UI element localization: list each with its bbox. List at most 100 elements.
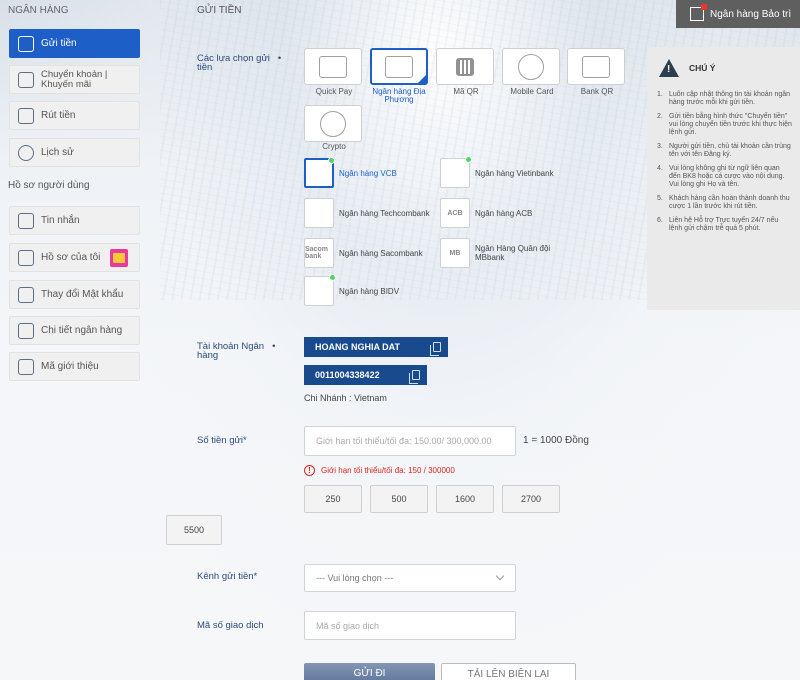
bank-techcombank[interactable]: Ngân hàng Techcombank: [304, 198, 430, 228]
account-number-copy[interactable]: 0011004338422: [304, 365, 427, 385]
fast-icon: [319, 55, 347, 78]
mobile-card-icon: [518, 53, 544, 80]
password-icon: [18, 286, 34, 303]
error-text: Giới hạn tối thiểu/tối đa: 150 / 300000: [321, 466, 455, 475]
crypto-icon: [320, 110, 346, 137]
vcb-logo-icon: [304, 157, 335, 188]
sidebar-item-deposit[interactable]: Gửi tiền: [9, 29, 140, 58]
amount-input[interactable]: Giới hạn tối thiểu/tối đa: 150.00/ 300,0…: [304, 426, 516, 456]
amount-label: Số tiền gửi*: [197, 435, 247, 446]
quick-amount-1600[interactable]: 1600: [436, 485, 494, 513]
quick-amount-500[interactable]: 500: [370, 485, 428, 513]
sacombank-logo-icon: Sacom bank: [304, 238, 334, 268]
sidebar-item-messages[interactable]: Tin nhắn: [9, 206, 140, 235]
amount-error: ! Giới hạn tối thiểu/tối đa: 150 / 30000…: [304, 465, 455, 476]
transaction-label: Mã số giao dịch: [197, 620, 264, 631]
transfer-icon: [18, 71, 34, 88]
bank-vcb[interactable]: Ngân hàng VCB: [304, 157, 397, 188]
notice-item: 3. Người gửi tiền, chủ tài khoản cần trùn…: [657, 143, 791, 158]
exchange-rate: 1 = 1000 Đồng: [523, 435, 589, 446]
channel-select[interactable]: --- Vui lòng chọn ---: [304, 564, 516, 592]
online-dot: [328, 157, 335, 164]
notice-panel: CHÚ Ý 1.Luôn cập nhật thông tin tài khoả…: [647, 47, 800, 310]
bank-name: Ngân hàng Vietinbank: [475, 168, 554, 178]
profile-icon: [18, 249, 34, 266]
sidebar-item-label: Mã giới thiệu: [41, 361, 99, 372]
bank-name: Ngân hàng BIDV: [339, 286, 400, 296]
bank-acb[interactable]: ACB Ngân hàng ACB: [440, 198, 532, 228]
bank-detail-icon: [18, 322, 34, 339]
upload-receipt-button[interactable]: TẢI LÊN BIÊN LAI: [441, 663, 576, 680]
sidebar-item-label: Gửi tiền: [41, 38, 77, 49]
option-local-bank[interactable]: [370, 48, 428, 85]
sidebar-item-referral[interactable]: Mã giới thiệu: [9, 352, 140, 381]
copy-icon[interactable]: [430, 342, 441, 356]
chevron-down-icon: [495, 571, 505, 581]
account-label: Tài khoản Ngân • hàng: [197, 341, 276, 361]
bank-name: Ngân hàng Sacombank: [339, 248, 423, 258]
page-title: GỬI TIỀN: [197, 5, 242, 16]
option-mobile-card[interactable]: [502, 48, 560, 85]
deposit-icon: [18, 35, 34, 52]
option-bank-qr[interactable]: [567, 48, 625, 85]
bank-sacombank[interactable]: Sacom bank Ngân hàng Sacombank: [304, 238, 423, 268]
bidv-logo-icon: [304, 274, 336, 306]
notice-item: 4. Vui lòng không ghi từ ngữ liên quan đế…: [657, 165, 785, 188]
online-dot: [465, 156, 472, 163]
vietinbank-logo-icon: [440, 156, 472, 188]
sidebar-item-label: Hồ sơ của tôi: [41, 252, 101, 263]
gift-icon: [110, 248, 129, 267]
quick-amount-2700[interactable]: 2700: [502, 485, 560, 513]
bank-qr-icon: [582, 55, 610, 78]
qr-icon: [456, 57, 474, 76]
channel-select-value: --- Vui lòng chọn ---: [316, 573, 394, 583]
sidebar-item-bank-details[interactable]: Chi tiết ngân hàng: [9, 316, 140, 345]
history-icon: [18, 144, 34, 161]
acb-logo-icon: ACB: [440, 198, 470, 228]
sidebar-item-label: Tin nhắn: [41, 215, 80, 226]
maintenance-banks-button[interactable]: Ngân hàng Bảo trì: [676, 0, 800, 28]
notice-item: 2. Gửi tiền bằng hình thức "Chuyển tiền" …: [657, 113, 792, 136]
bank-name: Ngân hàng Techcombank: [339, 208, 430, 218]
submit-button[interactable]: GỬI ĐI: [304, 663, 435, 680]
bank-bidv[interactable]: Ngân hàng BIDV: [304, 274, 400, 306]
techcombank-logo-icon: [304, 198, 334, 228]
notice-item: 5. Khách hàng cần hoàn thành doanh thu cư…: [657, 195, 790, 210]
bank-mbbank[interactable]: MB Ngân Hàng Quân đội MBbank: [440, 238, 550, 268]
notice-item: 1. Luôn cập nhật thông tin tài khoản ngân…: [657, 91, 791, 106]
copy-icon[interactable]: [409, 370, 420, 384]
mail-icon: [18, 212, 34, 229]
channel-label: Kênh gửi tiền*: [197, 571, 258, 582]
sidebar-title: NGÂN HÀNG: [8, 5, 69, 16]
error-icon: !: [304, 465, 315, 476]
option-quick-pay[interactable]: [304, 48, 362, 85]
sidebar-item-history[interactable]: Lịch sử: [9, 138, 140, 167]
sidebar-item-label: Rút tiền: [41, 110, 76, 121]
online-dot: [329, 274, 336, 281]
sidebar-item-withdraw[interactable]: Rút tiền: [9, 101, 140, 130]
sidebar-item-label-2: Khuyến mãi: [41, 78, 92, 90]
sidebar: NGÂN HÀNG Gửi tiền Chuyển khoản | Khuyến …: [0, 0, 150, 680]
sidebar-item-profile[interactable]: Hồ sơ của tôi: [9, 243, 140, 272]
profile-section-title: Hồ sơ người dùng: [8, 180, 90, 191]
quick-amount-250[interactable]: 250: [304, 485, 362, 513]
option-crypto[interactable]: [304, 105, 362, 142]
account-number: 0011004338422: [315, 370, 380, 380]
account-name-copy[interactable]: HOANG NGHIA DAT: [304, 337, 448, 357]
notice-title: CHÚ Ý: [689, 63, 716, 73]
sidebar-item-label: Chi tiết ngân hàng: [41, 325, 123, 336]
transaction-input[interactable]: Mã số giao dịch: [304, 611, 516, 640]
sidebar-item-label: Thay đổi Mật khẩu: [41, 289, 124, 300]
notice-item: 6. Liên hệ Hỗ trợ Trực tuyến 24/7 nếu lện…: [657, 217, 779, 232]
quick-amount-5500[interactable]: 5500: [166, 515, 222, 545]
bank-vietinbank[interactable]: Ngân hàng Vietinbank: [440, 156, 554, 188]
notice-list: 1. Luôn cập nhật thông tin tài khoản ngân…: [657, 91, 793, 239]
sidebar-item-transfer[interactable]: Chuyển khoản | Khuyến mãi: [9, 65, 140, 94]
bank-maintenance-icon: [690, 4, 707, 21]
option-qr-code[interactable]: [436, 48, 494, 85]
sidebar-item-change-password[interactable]: Thay đổi Mật khẩu: [9, 280, 140, 309]
option-caption: Crypto: [322, 142, 346, 151]
sidebar-item-label: Lịch sử: [41, 147, 74, 158]
account-name: HOANG NGHIA DAT: [315, 342, 400, 352]
warning-icon: [659, 59, 679, 77]
